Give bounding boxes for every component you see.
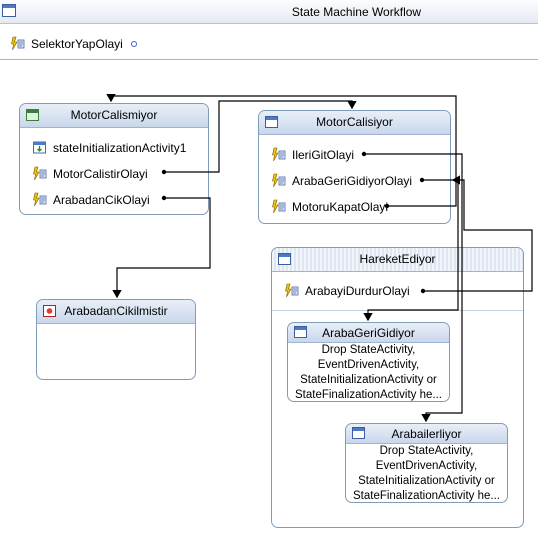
state-header[interactable]: Arabailerliyor xyxy=(346,424,507,444)
state-motor-calismiyor[interactable]: MotorCalismiyor stateInitializationActiv… xyxy=(19,103,209,215)
hint-line: StateFinalizationActivity he... xyxy=(352,490,500,502)
state-header[interactable]: HareketEdiyor xyxy=(272,248,523,272)
event-label: IleriGitOlayi xyxy=(292,147,355,162)
state-title: MotorCalisiyor xyxy=(316,115,393,129)
lightning-event-icon xyxy=(271,199,286,214)
hint-line: StateInitializationActivity or xyxy=(300,374,437,386)
state-icon xyxy=(278,253,291,265)
state-motor-calisiyor[interactable]: MotorCalisiyor IleriGitOlayi ArabaGeriGi… xyxy=(258,110,451,224)
final-state-icon xyxy=(43,305,56,317)
workflow-event-selektor[interactable]: SelektorYapOlayi xyxy=(10,36,123,51)
state-icon xyxy=(294,326,307,338)
lightning-event-icon xyxy=(284,283,299,298)
state-icon xyxy=(265,116,278,128)
initial-state-icon xyxy=(26,109,39,121)
state-header[interactable]: ArabaGeriGidiyor xyxy=(288,323,449,343)
lightning-event-icon xyxy=(32,192,47,207)
state-title: MotorCalismiyor xyxy=(70,108,158,122)
lightning-event-icon xyxy=(271,147,286,162)
hint-line: StateInitializationActivity or xyxy=(358,475,495,487)
hint-line: StateFinalizationActivity he... xyxy=(294,389,442,401)
event-label: MotorCalistirOlayi xyxy=(53,166,148,181)
state-title: ArabaGeriGidiyor xyxy=(322,326,415,340)
connection-point[interactable] xyxy=(131,41,137,47)
divider xyxy=(272,310,523,311)
state-title: Arabailerliyor xyxy=(391,427,462,441)
event-row[interactable]: MotoruKapatOlayi xyxy=(271,199,388,214)
event-row[interactable]: ArabaGeriGidiyorOlayi xyxy=(271,173,412,188)
event-row[interactable]: ArabayiDurdurOlayi xyxy=(284,283,410,298)
drop-hint: Drop StateActivity, EventDrivenActivity,… xyxy=(288,343,449,401)
event-label: ArabayiDurdurOlayi xyxy=(305,283,410,298)
event-label: MotoruKapatOlayi xyxy=(292,199,389,214)
state-title: ArabadanCikilmistir xyxy=(64,304,168,318)
event-row[interactable]: MotorCalistirOlayi xyxy=(32,166,148,181)
workflow-event-label: SelektorYapOlayi xyxy=(31,36,123,51)
state-araba-ilerliyor[interactable]: Arabailerliyor Drop StateActivity, Event… xyxy=(345,423,508,503)
event-label: ArabaGeriGidiyorOlayi xyxy=(292,173,413,188)
hint-line: Drop StateActivity, xyxy=(321,344,416,356)
lightning-event-icon xyxy=(271,173,286,188)
state-title: HareketEdiyor xyxy=(359,252,436,266)
hint-line: EventDrivenActivity, xyxy=(317,359,420,371)
workflow-events-bar: SelektorYapOlayi xyxy=(0,24,538,60)
state-header[interactable]: MotorCalismiyor xyxy=(20,104,208,128)
hint-line: EventDrivenActivity, xyxy=(375,460,478,472)
lightning-event-icon xyxy=(10,36,25,51)
event-row[interactable]: ArabadanCikOlayi xyxy=(32,192,150,207)
state-araba-geri-gidiyor[interactable]: ArabaGeriGidiyor Drop StateActivity, Eve… xyxy=(287,322,450,402)
state-icon xyxy=(352,427,365,439)
event-label: ArabadanCikOlayi xyxy=(53,192,150,207)
state-header[interactable]: MotorCalisiyor xyxy=(259,111,450,135)
state-initialization-icon xyxy=(32,140,47,155)
activity-row[interactable]: stateInitializationActivity1 xyxy=(32,140,186,155)
lightning-event-icon xyxy=(32,166,47,181)
state-header[interactable]: ArabadanCikilmistir xyxy=(37,300,195,324)
title-bar: State Machine Workflow xyxy=(0,0,538,24)
event-row[interactable]: IleriGitOlayi xyxy=(271,147,354,162)
hint-line: Drop StateActivity, xyxy=(379,445,474,457)
state-arabadan-cikilmistir[interactable]: ArabadanCikilmistir xyxy=(36,299,196,380)
activity-label: stateInitializationActivity1 xyxy=(53,140,187,155)
window-title: State Machine Workflow xyxy=(291,5,422,19)
drop-hint: Drop StateActivity, EventDrivenActivity,… xyxy=(346,444,507,502)
